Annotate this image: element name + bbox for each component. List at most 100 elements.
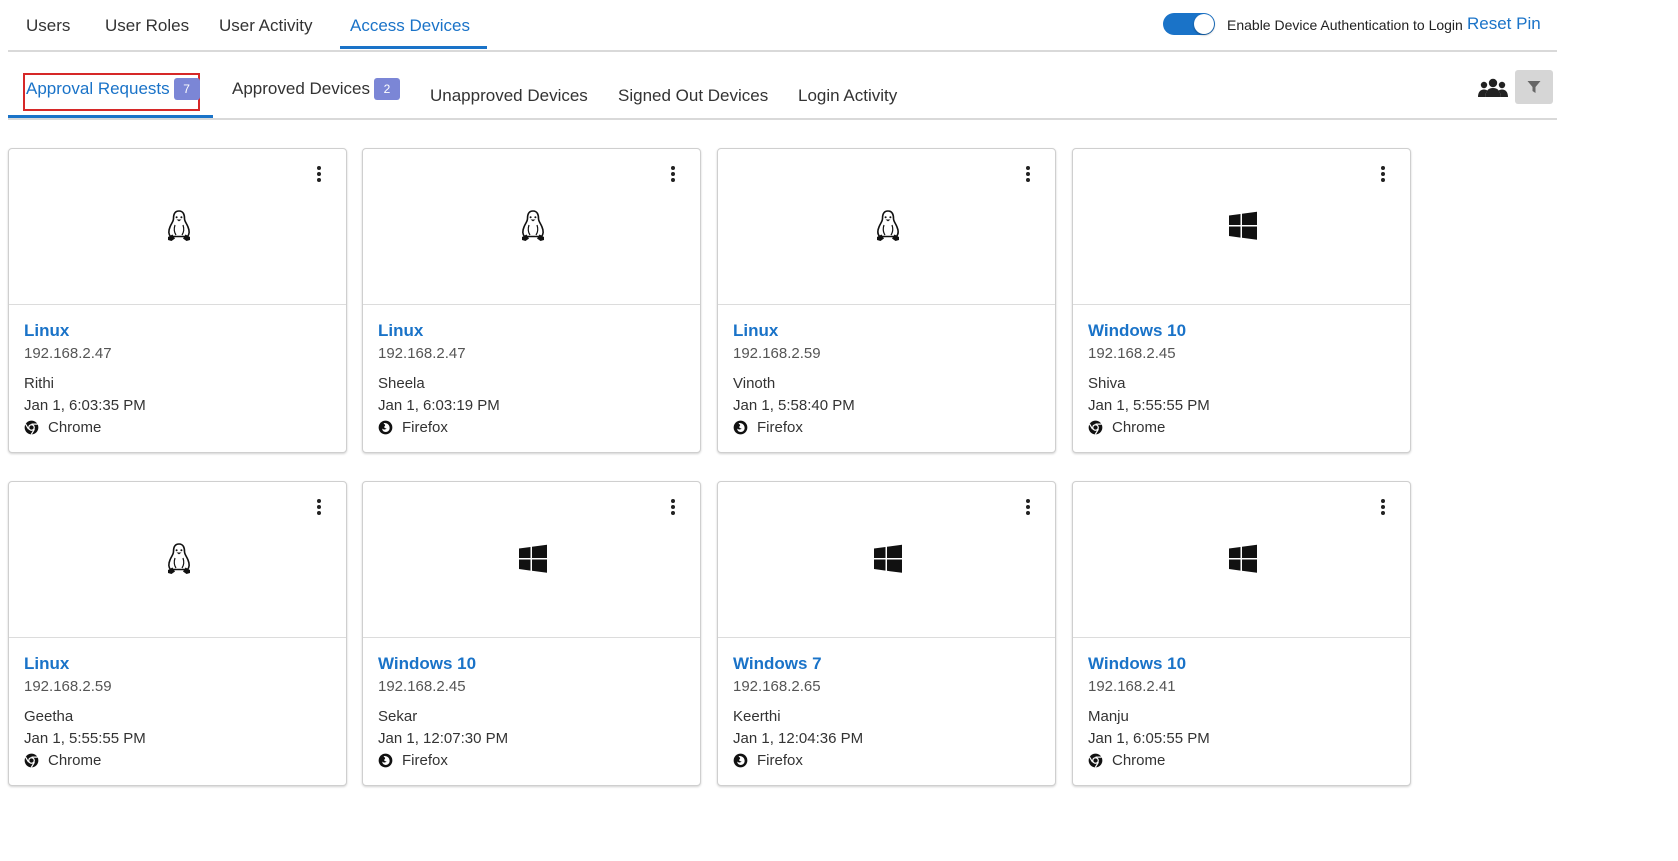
device-browser: Firefox: [378, 419, 448, 436]
device-user-name: Vinoth: [733, 375, 776, 392]
device-card[interactable]: Linux 192.168.2.47 Sheela Jan 1, 6:03:19 PM…: [362, 148, 701, 453]
linux-icon: [873, 209, 903, 243]
device-auth-toggle[interactable]: [1163, 13, 1215, 35]
tab-signed-out-devices[interactable]: Signed Out Devices: [618, 86, 768, 106]
approval-requests-count-badge: 7: [173, 78, 200, 100]
more-vertical-icon[interactable]: [314, 499, 324, 517]
more-vertical-icon[interactable]: [1378, 499, 1388, 517]
more-vertical-icon[interactable]: [1023, 499, 1033, 517]
device-os-name[interactable]: Linux: [733, 321, 778, 341]
device-request-time: Jan 1, 5:58:40 PM: [733, 397, 855, 414]
more-vertical-icon[interactable]: [668, 499, 678, 517]
device-os-name[interactable]: Windows 10: [1088, 321, 1186, 341]
device-browser-name: Chrome: [1112, 752, 1166, 769]
reset-pin-link[interactable]: Reset Pin: [1467, 14, 1541, 34]
firefox-icon: [733, 420, 757, 435]
device-os-name[interactable]: Windows 10: [378, 654, 476, 674]
approved-devices-count-badge: 2: [373, 78, 400, 100]
device-card[interactable]: Windows 7 192.168.2.65 Keerthi Jan 1, 12:04…: [717, 481, 1056, 786]
device-request-time: Jan 1, 6:03:35 PM: [24, 397, 146, 414]
chrome-icon: [24, 420, 48, 435]
tab-approved-devices-label: Approved Devices: [232, 79, 370, 98]
device-browser: Chrome: [24, 419, 101, 436]
device-card-header: [363, 149, 700, 305]
device-user-name: Rithi: [24, 375, 55, 392]
device-ip-address: 192.168.2.59: [24, 678, 112, 695]
device-browser: Firefox: [378, 752, 448, 769]
tab-login-activity[interactable]: Login Activity: [798, 86, 897, 106]
device-request-time: Jan 1, 5:55:55 PM: [1088, 397, 1210, 414]
more-vertical-icon[interactable]: [314, 166, 324, 184]
device-card[interactable]: Windows 10 192.168.2.45 Shiva Jan 1, 5:55:5…: [1072, 148, 1411, 453]
device-ip-address: 192.168.2.47: [24, 345, 112, 362]
device-os-name[interactable]: Linux: [24, 321, 69, 341]
device-os-name[interactable]: Windows 10: [1088, 654, 1186, 674]
device-request-time: Jan 1, 12:07:30 PM: [378, 730, 509, 747]
tab-users[interactable]: Users: [26, 16, 70, 36]
filter-button[interactable]: [1515, 70, 1553, 104]
windows-icon: [873, 544, 903, 578]
device-request-time: Jan 1, 12:04:36 PM: [733, 730, 864, 747]
device-ip-address: 192.168.2.45: [1088, 345, 1176, 362]
firefox-icon: [378, 420, 402, 435]
device-browser-name: Chrome: [1112, 419, 1166, 436]
more-vertical-icon[interactable]: [668, 166, 678, 184]
windows-icon: [518, 544, 548, 578]
more-vertical-icon[interactable]: [1378, 166, 1388, 184]
device-user-name: Geetha: [24, 708, 74, 725]
filter-icon: [1527, 81, 1541, 93]
device-card-header: [1073, 482, 1410, 638]
linux-icon: [164, 209, 194, 243]
device-request-time: Jan 1, 5:55:55 PM: [24, 730, 146, 747]
device-card-header: [9, 482, 346, 638]
tab-approved-devices[interactable]: Approved Devices 2: [232, 78, 400, 100]
device-request-time: Jan 1, 6:05:55 PM: [1088, 730, 1210, 747]
device-card-header: [718, 482, 1055, 638]
device-user-name: Keerthi: [733, 708, 781, 725]
device-auth-toggle-label: Enable Device Authentication to Login: [1227, 17, 1463, 33]
users-group-icon[interactable]: [1477, 78, 1509, 98]
device-request-time: Jan 1, 6:03:19 PM: [378, 397, 500, 414]
device-card-header: [1073, 149, 1410, 305]
tab-approval-requests[interactable]: Approval Requests 7: [26, 78, 200, 100]
device-card[interactable]: Windows 10 192.168.2.45 Sekar Jan 1, 12:07:…: [362, 481, 701, 786]
tab-approval-requests-label: Approval Requests: [26, 79, 170, 98]
tab-user-roles[interactable]: User Roles: [105, 16, 189, 36]
device-user-name: Shiva: [1088, 375, 1126, 392]
device-os-name[interactable]: Windows 7: [733, 654, 822, 674]
device-os-name[interactable]: Linux: [378, 321, 423, 341]
device-os-name[interactable]: Linux: [24, 654, 69, 674]
device-card[interactable]: Windows 10 192.168.2.41 Manju Jan 1, 6:05:5…: [1072, 481, 1411, 786]
windows-icon: [1228, 544, 1258, 578]
device-browser: Chrome: [24, 752, 101, 769]
device-card-header: [363, 482, 700, 638]
device-ip-address: 192.168.2.45: [378, 678, 466, 695]
device-browser-name: Firefox: [757, 419, 803, 436]
tab-access-devices[interactable]: Access Devices: [350, 16, 470, 36]
toggle-knob: [1194, 14, 1214, 34]
device-ip-address: 192.168.2.47: [378, 345, 466, 362]
linux-icon: [164, 542, 194, 576]
device-card[interactable]: Linux 192.168.2.59 Geetha Jan 1, 5:55:55 PM…: [8, 481, 347, 786]
tab-unapproved-devices[interactable]: Unapproved Devices: [430, 86, 588, 106]
tab-user-activity[interactable]: User Activity: [219, 16, 313, 36]
device-user-name: Manju: [1088, 708, 1129, 725]
more-vertical-icon[interactable]: [1023, 166, 1033, 184]
device-ip-address: 192.168.2.59: [733, 345, 821, 362]
device-browser: Chrome: [1088, 752, 1165, 769]
device-user-name: Sheela: [378, 375, 425, 392]
chrome-icon: [1088, 753, 1112, 768]
device-card[interactable]: Linux 192.168.2.59 Vinoth Jan 1, 5:58:40 PM…: [717, 148, 1056, 453]
device-card[interactable]: Linux 192.168.2.47 Rithi Jan 1, 6:03:35 PM C…: [8, 148, 347, 453]
device-card-header: [9, 149, 346, 305]
device-browser-name: Firefox: [402, 419, 448, 436]
chrome-icon: [1088, 420, 1112, 435]
device-user-name: Sekar: [378, 708, 418, 725]
device-ip-address: 192.168.2.41: [1088, 678, 1176, 695]
device-browser-name: Firefox: [402, 752, 448, 769]
linux-icon: [518, 209, 548, 243]
firefox-icon: [378, 753, 402, 768]
device-browser: Firefox: [733, 419, 803, 436]
firefox-icon: [733, 753, 757, 768]
windows-icon: [1228, 211, 1258, 245]
